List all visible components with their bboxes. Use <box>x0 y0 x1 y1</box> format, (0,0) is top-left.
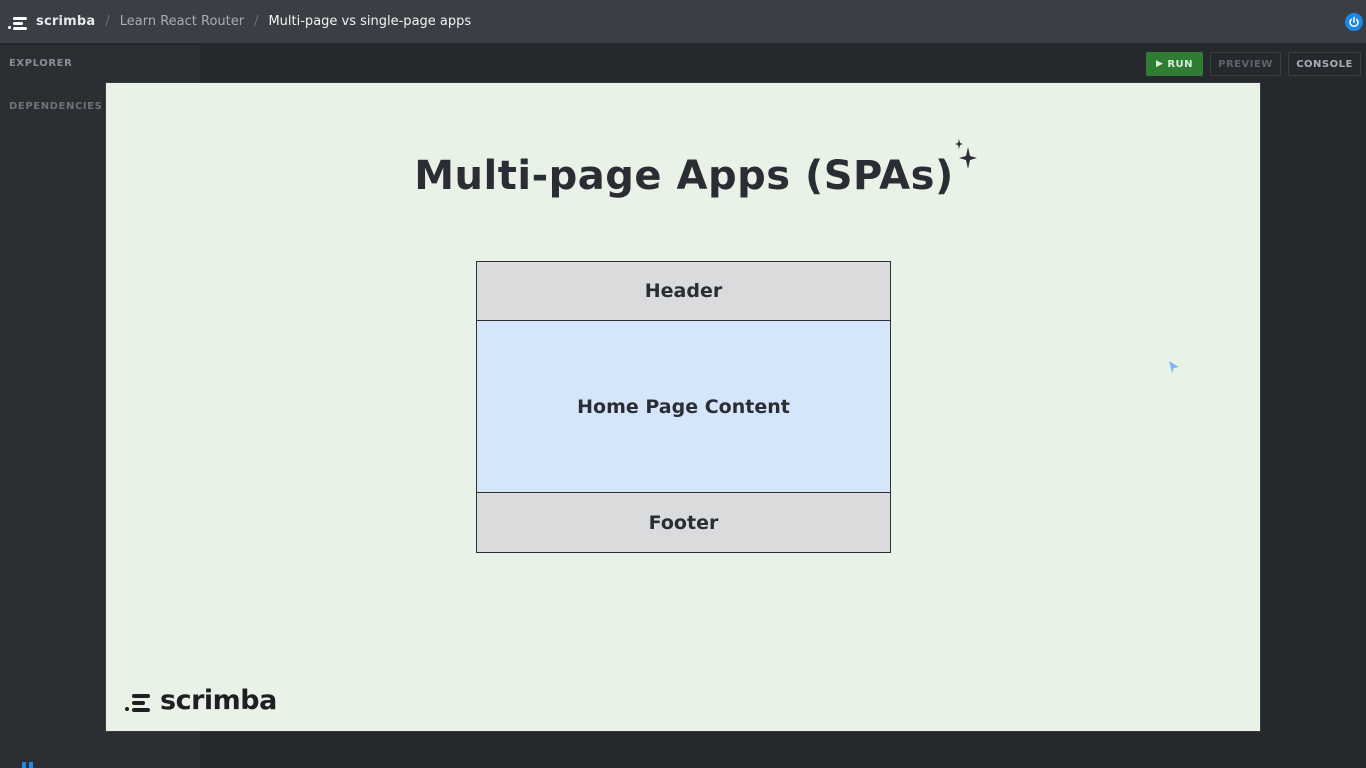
scrimba-logo-icon <box>8 14 30 30</box>
diagram-header-block: Header <box>477 262 890 321</box>
run-button-label: RUN <box>1167 58 1194 70</box>
brand-name: scrimba <box>36 14 96 29</box>
run-button[interactable]: ▶ RUN <box>1146 52 1203 76</box>
sidebar-tab-dependencies[interactable]: DEPENDENCIES <box>9 101 102 112</box>
play-icon: ▶ <box>1155 59 1164 69</box>
top-bar: scrimba / Learn React Router / Multi-pag… <box>0 0 1366 44</box>
breadcrumb-separator: / <box>105 14 110 29</box>
lesson-slide: Multi-page Apps (SPAs) Header Home Page … <box>105 82 1261 732</box>
brand-logo[interactable]: scrimba <box>8 0 95 44</box>
page-layout-diagram: Header Home Page Content Footer <box>476 261 891 553</box>
power-button[interactable] <box>1345 13 1363 31</box>
power-icon <box>1349 16 1359 28</box>
pause-icon[interactable] <box>22 762 34 768</box>
sparkle-icon <box>955 139 977 169</box>
sidebar-tab-explorer[interactable]: EXPLORER <box>9 58 72 69</box>
diagram-content-block: Home Page Content <box>477 321 890 493</box>
slide-logo-text: scrimba <box>160 685 277 716</box>
breadcrumb-lesson: Multi-page vs single-page apps <box>268 14 472 29</box>
breadcrumb-course[interactable]: Learn React Router <box>120 14 244 29</box>
breadcrumb-separator: / <box>254 14 259 29</box>
console-button[interactable]: CONSOLE <box>1288 52 1361 76</box>
slide-logo: scrimba <box>125 685 277 716</box>
preview-button[interactable]: PREVIEW <box>1210 52 1281 76</box>
cursor-icon <box>1169 361 1179 373</box>
diagram-footer-block: Footer <box>477 493 890 552</box>
slide-title: Multi-page Apps (SPAs) <box>414 153 954 199</box>
scrimba-logo-icon <box>125 690 155 712</box>
